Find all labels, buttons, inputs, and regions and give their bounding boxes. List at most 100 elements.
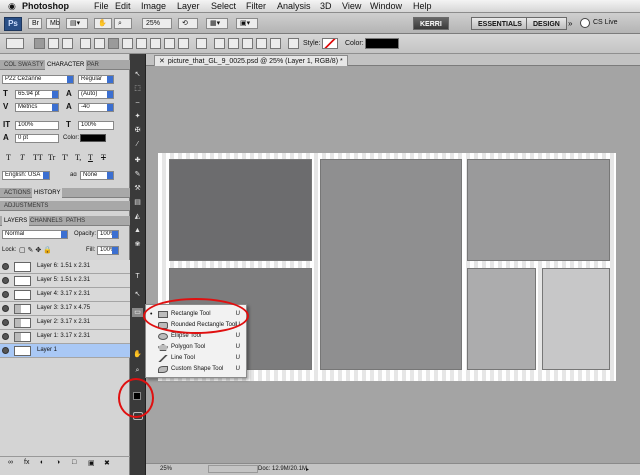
quick-selection-tool-icon[interactable]: ✦: [132, 112, 143, 121]
font-style-select[interactable]: Regular: [78, 75, 114, 84]
polygon-option[interactable]: [150, 38, 161, 49]
guides-dropdown[interactable]: ▤▾: [66, 18, 88, 29]
crop-tool-icon[interactable]: ✠: [132, 126, 143, 135]
tab-actions[interactable]: ACTIONS: [2, 188, 33, 198]
color-swatch[interactable]: [365, 38, 399, 49]
menu-edit[interactable]: Edit: [115, 1, 131, 11]
language-select[interactable]: English: USA: [2, 171, 50, 180]
menu-3d[interactable]: 3D: [320, 1, 332, 11]
workspace-more[interactable]: »: [568, 19, 572, 28]
layer-row[interactable]: Layer 1: 3.17 x 2.31: [0, 330, 130, 344]
move-tool-icon[interactable]: ↖: [132, 70, 143, 79]
zoom-level-dropdown[interactable]: 25%: [142, 18, 172, 29]
fill-field[interactable]: 100%: [97, 246, 119, 255]
status-arrow-icon[interactable]: ▸: [306, 466, 309, 473]
style-picker[interactable]: [322, 38, 338, 49]
baseline-shift-field[interactable]: 0 pt: [15, 134, 59, 143]
tab-adjustments[interactable]: ADJUSTMENTS: [2, 201, 50, 211]
status-zoom[interactable]: 25%: [160, 466, 172, 472]
blend-mode-select[interactable]: Normal: [2, 230, 68, 239]
gradient-tool-icon[interactable]: ▲: [132, 226, 143, 235]
visibility-eye-icon[interactable]: [2, 319, 9, 326]
menu-select[interactable]: Select: [211, 1, 236, 11]
custom-shape-option[interactable]: [178, 38, 189, 49]
underline-button[interactable]: T: [88, 153, 93, 162]
new-layer-icon[interactable]: ▣: [88, 459, 95, 467]
type-tool-icon[interactable]: T: [132, 272, 143, 281]
eyedropper-tool-icon[interactable]: ⁄: [132, 140, 143, 149]
hand-tool-button[interactable]: ✋: [94, 18, 112, 29]
small-caps-button[interactable]: Tr: [48, 153, 55, 162]
zoom-tool-button[interactable]: ⌕: [114, 18, 132, 29]
antialias-select[interactable]: None: [80, 171, 114, 180]
exclude-overlapping-areas[interactable]: [270, 38, 281, 49]
screen-mode-button[interactable]: ▣▾: [236, 18, 258, 29]
paths-mode-button[interactable]: [48, 38, 59, 49]
visibility-eye-icon[interactable]: [2, 305, 9, 312]
faux-bold-button[interactable]: T: [6, 153, 11, 162]
cs-live-label[interactable]: CS Live: [593, 19, 618, 26]
horizontal-scale-field[interactable]: 100%: [78, 121, 114, 130]
subscript-button[interactable]: T,: [75, 153, 81, 162]
menu-file[interactable]: File: [94, 1, 109, 11]
superscript-button[interactable]: T': [62, 153, 68, 162]
mask-icon[interactable]: ◐: [40, 459, 44, 466]
close-icon[interactable]: ✕: [159, 58, 165, 65]
fx-icon[interactable]: fx: [24, 459, 29, 466]
menu-window[interactable]: Window: [370, 1, 402, 11]
adjustment-layer-icon[interactable]: ◑: [56, 459, 60, 466]
rotate-view-button[interactable]: ⟲: [178, 18, 198, 29]
pen-tool-option[interactable]: [80, 38, 91, 49]
visibility-eye-icon[interactable]: [2, 277, 9, 284]
rounded-rectangle-option[interactable]: [122, 38, 133, 49]
status-doc-size[interactable]: Doc: 12.9M/20.1M: [258, 466, 307, 472]
layer-row[interactable]: Layer 2: 3.17 x 2.31: [0, 316, 130, 330]
trash-icon[interactable]: ✖: [104, 459, 110, 467]
workspace-essentials[interactable]: ESSENTIALS: [471, 17, 529, 30]
menu-help[interactable]: Help: [413, 1, 432, 11]
geometry-options-dropdown[interactable]: [196, 38, 207, 49]
strikethrough-button[interactable]: T: [101, 153, 106, 162]
hand-tool-icon[interactable]: ✋: [132, 350, 143, 359]
layer-row[interactable]: Layer 5: 1.51 x 2.31: [0, 274, 130, 288]
visibility-eye-icon[interactable]: [2, 333, 9, 340]
font-family-select[interactable]: P22 Cezanne: [2, 75, 74, 84]
eraser-tool-icon[interactable]: ◭: [132, 212, 143, 221]
tab-layers[interactable]: LAYERS: [2, 216, 30, 226]
arrange-documents-button[interactable]: ▦▾: [206, 18, 228, 29]
menu-analysis[interactable]: Analysis: [277, 1, 311, 11]
visibility-eye-icon[interactable]: [2, 263, 9, 270]
tab-paths[interactable]: PATHS: [64, 216, 87, 226]
bridge-icon[interactable]: Br: [28, 18, 42, 29]
text-color-swatch[interactable]: [80, 134, 106, 142]
menu-layer[interactable]: Layer: [177, 1, 200, 11]
brush-tool-icon[interactable]: ✎: [132, 170, 143, 179]
layer-row-selected[interactable]: Layer 1: [0, 344, 130, 358]
lock-icons[interactable]: ▢ ✎ ✥ 🔒: [19, 246, 52, 254]
kerning-field[interactable]: Metrics: [15, 103, 59, 112]
marquee-tool-icon[interactable]: ⬚: [132, 84, 143, 93]
workspace-kerri[interactable]: KERRI: [413, 17, 449, 30]
minibridge-icon[interactable]: Mb: [46, 18, 60, 29]
freeform-pen-option[interactable]: [94, 38, 105, 49]
link-layers-icon[interactable]: ∞: [8, 459, 13, 466]
flyout-item-custom-shape[interactable]: Custom Shape Tool U: [146, 364, 246, 375]
add-to-shape-area[interactable]: [228, 38, 239, 49]
menu-view[interactable]: View: [342, 1, 361, 11]
history-brush-tool-icon[interactable]: ▤: [132, 198, 143, 207]
rectangle-tool-icon[interactable]: ▭: [132, 308, 143, 317]
tab-history[interactable]: HISTORY: [32, 188, 63, 198]
rectangle-shape-option[interactable]: [108, 38, 119, 49]
leading-field[interactable]: (Auto): [78, 90, 114, 99]
zoom-tool-icon[interactable]: ⌕: [132, 366, 143, 375]
clone-stamp-tool-icon[interactable]: ⚒: [132, 184, 143, 193]
intersect-shape-areas[interactable]: [256, 38, 267, 49]
healing-brush-tool-icon[interactable]: ✚: [132, 156, 143, 165]
layer-row[interactable]: Layer 3: 3.17 x 4.75: [0, 302, 130, 316]
flyout-item-line[interactable]: Line Tool U: [146, 353, 246, 364]
document-tab[interactable]: ✕ picture_that_GL_9_0025.psd @ 25% (Layer…: [154, 55, 348, 66]
workspace-design[interactable]: DESIGN: [526, 17, 567, 30]
line-option[interactable]: [164, 38, 175, 49]
lasso-tool-icon[interactable]: ⌢: [132, 98, 143, 107]
tracking-field[interactable]: -40: [78, 103, 114, 112]
